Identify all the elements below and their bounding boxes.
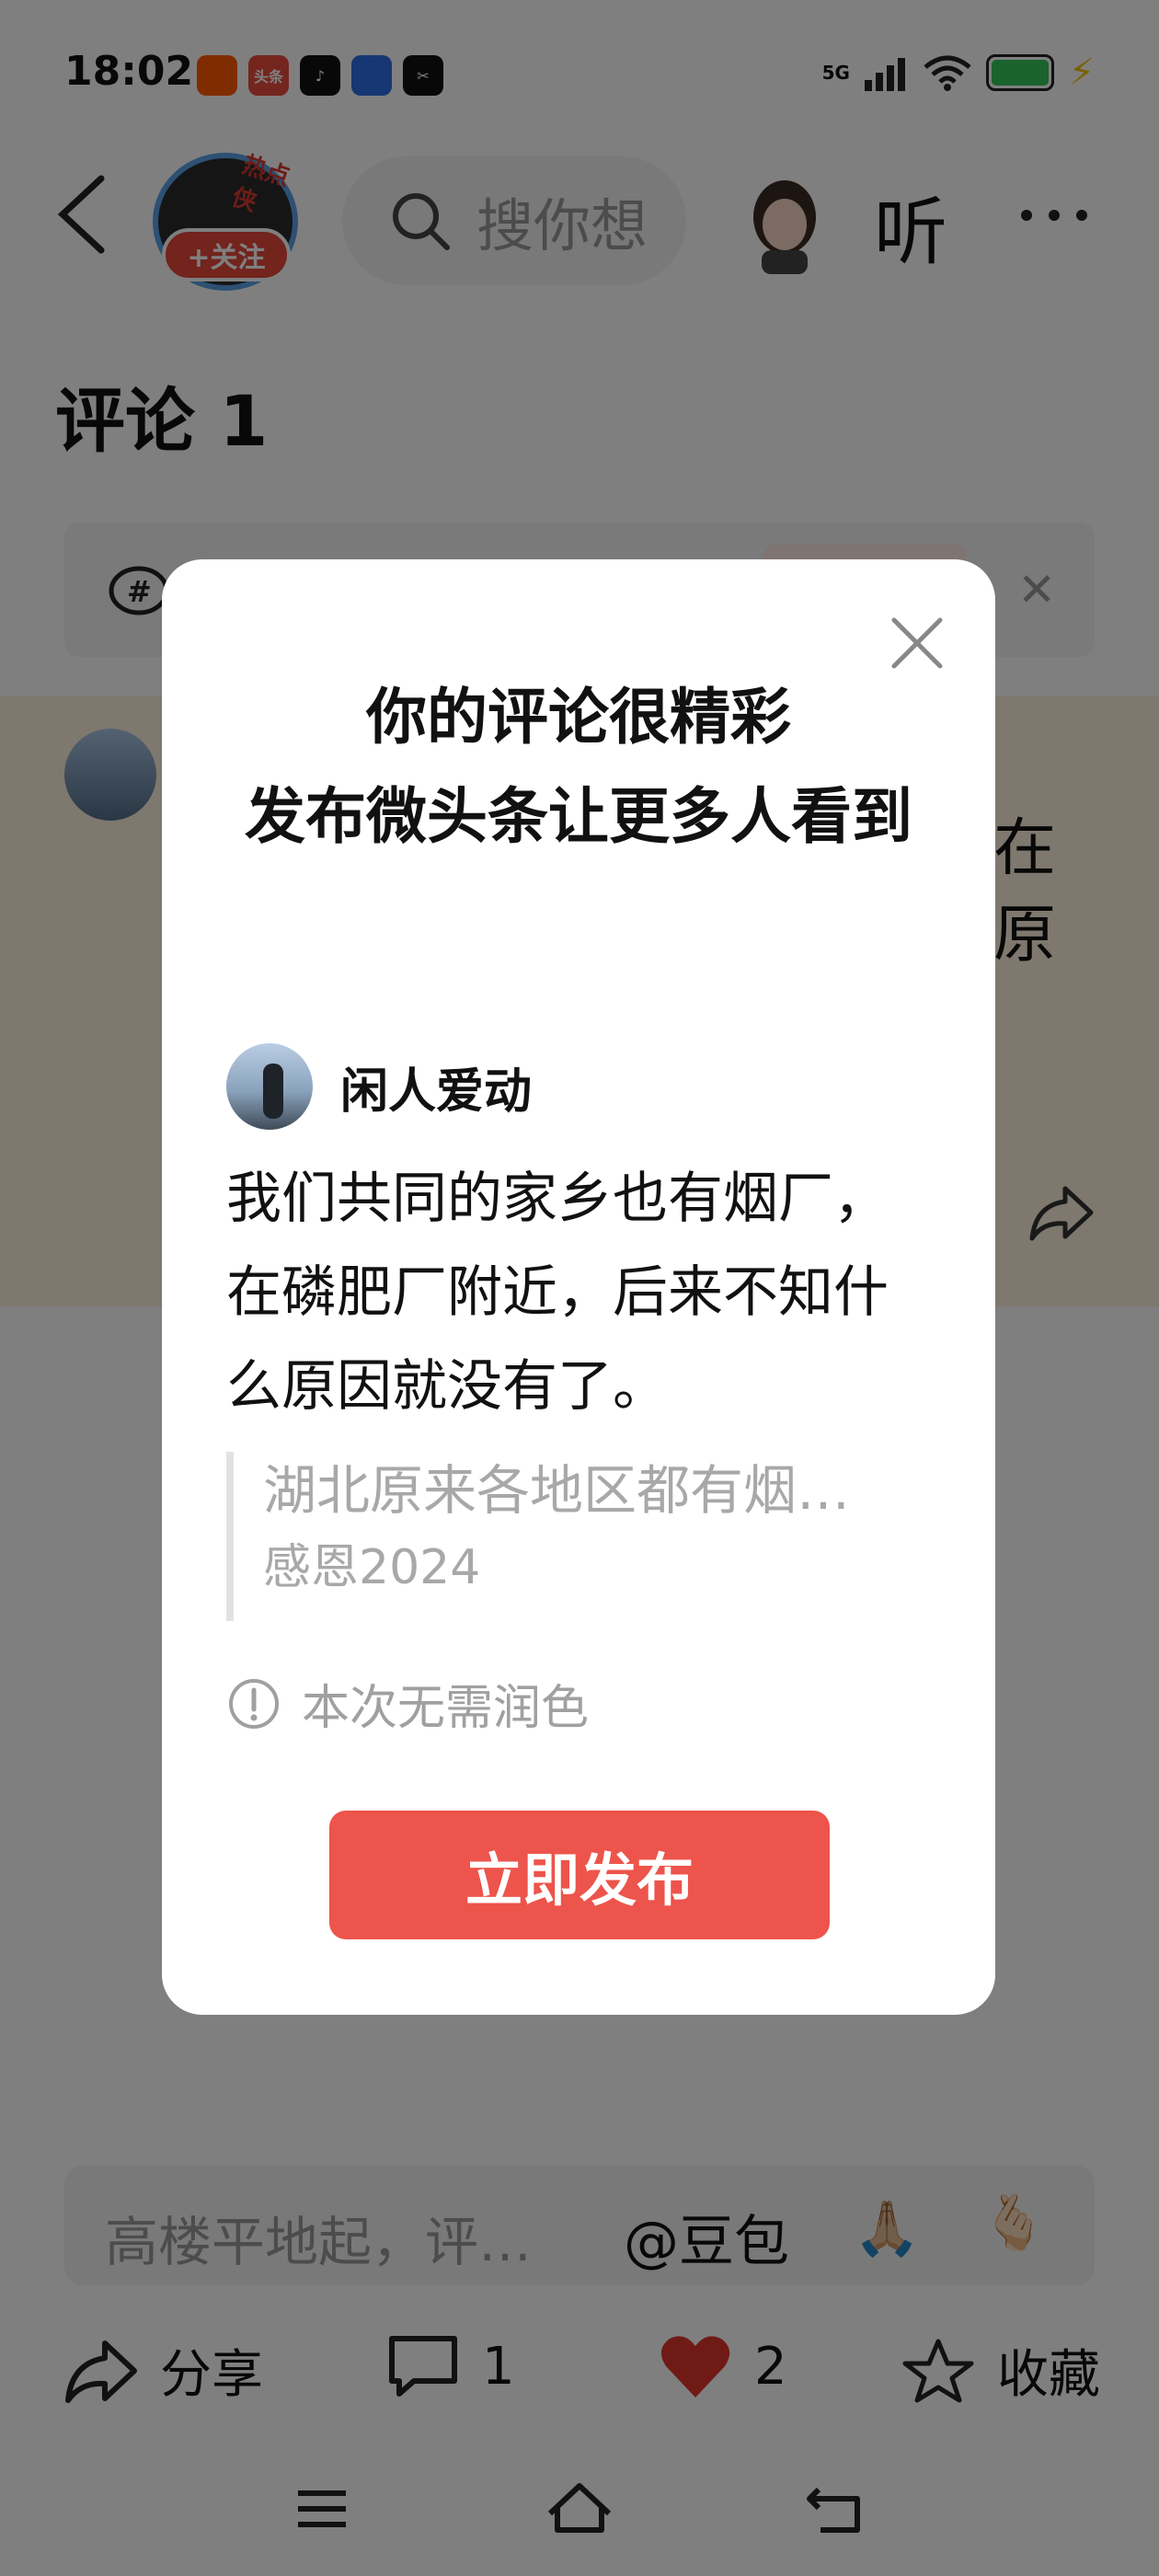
info-icon — [229, 1678, 279, 1729]
avatar — [226, 1043, 313, 1130]
polish-notice: 本次无需润色 — [226, 1669, 589, 1738]
publish-dialog: 你的评论很精彩 发布微头条让更多人看到 闲人爱动 我们共同的家乡也有烟厂，在磷肥… — [162, 559, 995, 2015]
publish-button[interactable]: 立即发布 — [329, 1811, 830, 1939]
dialog-title: 你的评论很精彩 发布微头条让更多人看到 — [162, 668, 995, 867]
author-name: 闲人爱动 — [340, 1064, 533, 1120]
quoted-article-title: 湖北原来各地区都有烟… — [263, 1459, 851, 1522]
quoted-article-author: 感恩2024 — [263, 1540, 481, 1595]
close-icon[interactable] — [885, 611, 949, 675]
dialog-title-line-2: 发布微头条让更多人看到 — [245, 781, 912, 852]
quoted-article: 湖北原来各地区都有烟… 感恩2024 — [226, 1452, 925, 1621]
notice-text: 本次无需润色 — [302, 1681, 590, 1736]
comment-preview-text: 我们共同的家乡也有烟厂，在磷肥厂附近，后来不知什么原因就没有了。 — [226, 1167, 889, 1419]
dialog-title-line-1: 你的评论很精彩 — [366, 682, 791, 753]
author-row: 闲人爱动 — [226, 1043, 532, 1130]
